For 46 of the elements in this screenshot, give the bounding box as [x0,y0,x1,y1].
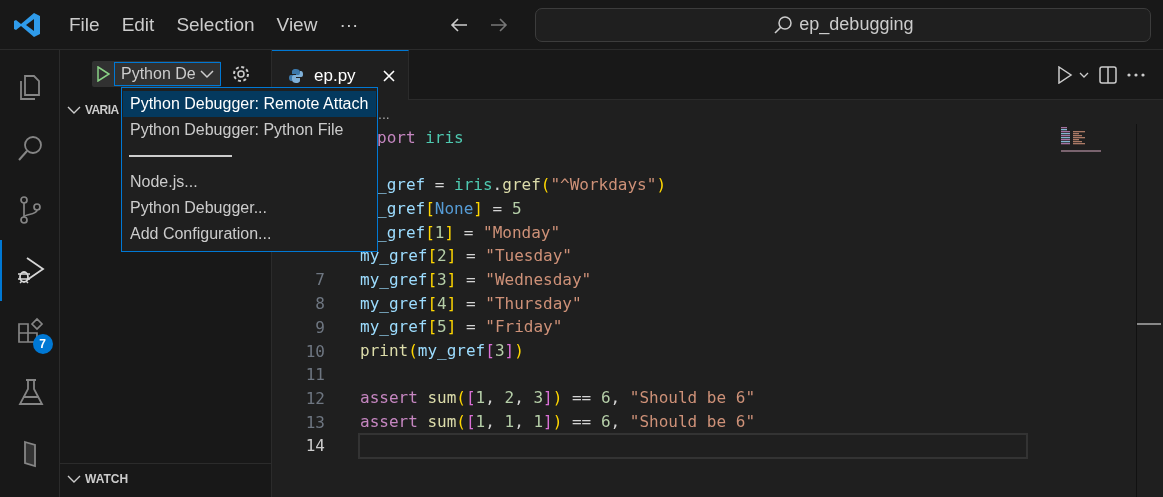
code-line: _gref[None] = 5 [377,198,522,218]
section-header[interactable]: VARIA [60,98,119,122]
line-number: 14 [304,436,325,456]
code-line: my_gref[4] = "Thursday" [360,293,582,313]
command-center-search[interactable]: ep_debugging [535,7,1152,42]
code-line: my_gref[3] = "Wednesday" [360,269,592,289]
line-number: 9 [314,317,325,337]
split-editor-icon[interactable] [1099,65,1117,84]
code-line: my_gref[5] = "Friday" [360,317,563,337]
dropdown-option[interactable]: Add Configuration... [123,221,376,247]
line-number: 7 [314,270,325,290]
dropdown-option[interactable]: Node.js... [123,169,376,195]
run-icon[interactable] [1057,65,1073,84]
menu-item[interactable]: View [265,13,329,36]
menu-item[interactable]: Edit [110,13,166,36]
menu-item[interactable]: Selection [165,13,266,36]
scroll-position-icon [1137,323,1161,325]
play-icon [96,66,110,82]
code-line: print(my_gref[3]) [360,341,524,361]
chevron-down-icon[interactable] [1079,70,1089,79]
line-number: 12 [304,388,325,408]
chevron-down-icon [199,69,214,79]
more-menu[interactable]: ··· [328,13,370,36]
python-icon [288,67,304,84]
gear-icon[interactable] [230,64,251,84]
dropdown-option[interactable]: Python Debugger... [123,195,376,221]
dropdown-option[interactable]: Python Debugger: Remote Attach [123,91,376,117]
dropdown-option[interactable]: Python Debugger: Python File [123,117,376,143]
code-line: port iris [377,127,464,147]
line-number: 8 [314,294,325,314]
count-badge: 7 [32,333,53,354]
search-icon [773,14,794,35]
close-icon[interactable] [382,68,396,83]
configuration-select[interactable]: Python De [114,62,221,86]
line-number: 13 [304,412,325,432]
line-number: 10 [304,341,325,361]
code-line: my_gref[2] = "Tuesday" [360,246,572,266]
code-line: assert sum([1, 1, 1]) == 6, "Should be 6" [360,412,755,432]
minimap-drawing [1061,124,1103,154]
menu-item[interactable]: File [58,13,111,36]
section-header[interactable]: WATCH [60,464,271,494]
line-number: 11 [304,365,325,385]
code-line: _gref[1] = "Monday" [377,222,561,242]
code-line: assert sum([1, 2, 3]) == 6, "Should be 6" [360,388,755,408]
code-line: _gref = iris.gref("^Workdays") [377,175,667,195]
more-icon[interactable] [1127,72,1145,77]
